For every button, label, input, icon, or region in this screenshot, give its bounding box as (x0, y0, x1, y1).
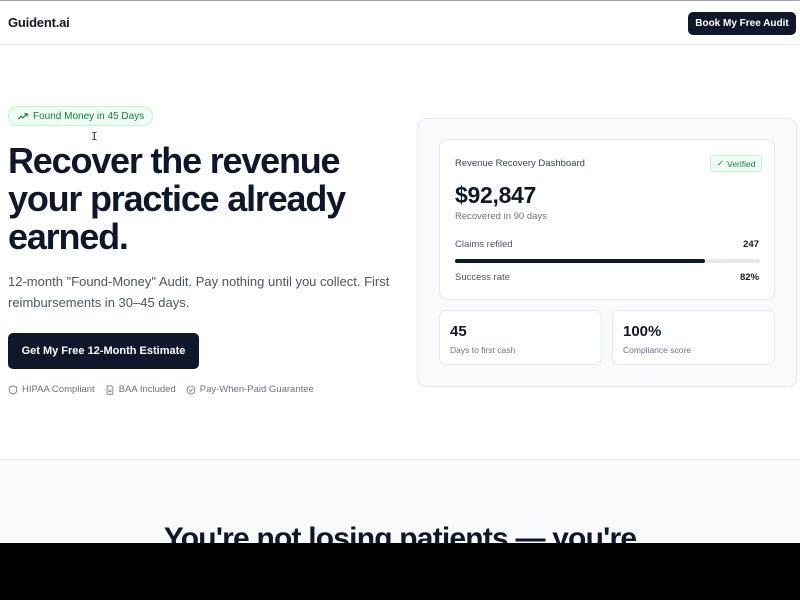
page: Guident.ai Book My Free Audit Found Mone… (0, 0, 800, 543)
site-header: Guident.ai Book My Free Audit (0, 0, 800, 45)
claims-label: Claims refiled (455, 239, 513, 250)
badge-label: Found Money in 45 Days (33, 110, 145, 122)
problem-section-title: You're not losing patients — you're (163, 522, 637, 543)
trust-hipaa-label: HIPAA Compliant (22, 384, 95, 395)
stat-card-compliance: 100% Compliance score (612, 310, 775, 365)
trust-guarantee: Pay-When-Paid Guarantee (186, 384, 314, 395)
estimate-button[interactable]: Get My Free 12-Month Estimate (8, 333, 199, 369)
revenue-dashboard-card: Revenue Recovery Dashboard ✓ Verified $9… (439, 139, 775, 300)
dashboard-title: Revenue Recovery Dashboard (455, 158, 585, 169)
success-progress-bar (455, 259, 760, 263)
verified-label: Verified (727, 158, 756, 169)
found-money-badge: Found Money in 45 Days (8, 106, 154, 126)
trust-badges: HIPAA Compliant BAA Included Pay-When-Pa… (8, 384, 314, 395)
document-icon (106, 384, 114, 395)
recovered-period: Recovered in 90 days (455, 211, 547, 222)
shield-icon (8, 384, 18, 395)
hero-headline: Recover the revenue your practice alread… (8, 142, 388, 256)
headline-line-1: Recover the revenue (8, 140, 341, 181)
hero-subcopy: 12-month "Found-Money" Audit. Pay nothin… (8, 274, 390, 310)
problem-section: You're not losing patients — you're (0, 459, 800, 543)
stat-compliance-value: 100% (623, 323, 662, 340)
logo[interactable]: Guident.ai (8, 15, 70, 30)
stat-days-value: 45 (450, 323, 467, 340)
success-label: Success rate (455, 272, 510, 283)
headline-line-2: your practice already (8, 178, 346, 219)
trust-hipaa: HIPAA Compliant (8, 384, 95, 395)
headline-line-3: earned. (8, 216, 129, 257)
check-icon: ✓ (717, 158, 725, 168)
book-audit-button[interactable]: Book My Free Audit (688, 12, 796, 35)
trust-guarantee-label: Pay-When-Paid Guarantee (199, 384, 314, 395)
trust-baa: BAA Included (105, 384, 176, 395)
trending-up-icon (17, 112, 28, 120)
stat-days-label: Days to first cash (450, 345, 516, 355)
claims-value: 247 (743, 239, 759, 250)
verified-badge: ✓ Verified (710, 155, 763, 172)
recovered-amount: $92,847 (455, 182, 537, 208)
trust-baa-label: BAA Included (118, 384, 176, 395)
check-circle-icon (186, 385, 196, 394)
success-progress-fill (455, 259, 706, 263)
letterbox-bar (0, 543, 800, 600)
stat-card-days: 45 Days to first cash (439, 310, 602, 365)
success-value: 82% (739, 272, 759, 283)
stat-compliance-label: Compliance score (623, 345, 692, 355)
